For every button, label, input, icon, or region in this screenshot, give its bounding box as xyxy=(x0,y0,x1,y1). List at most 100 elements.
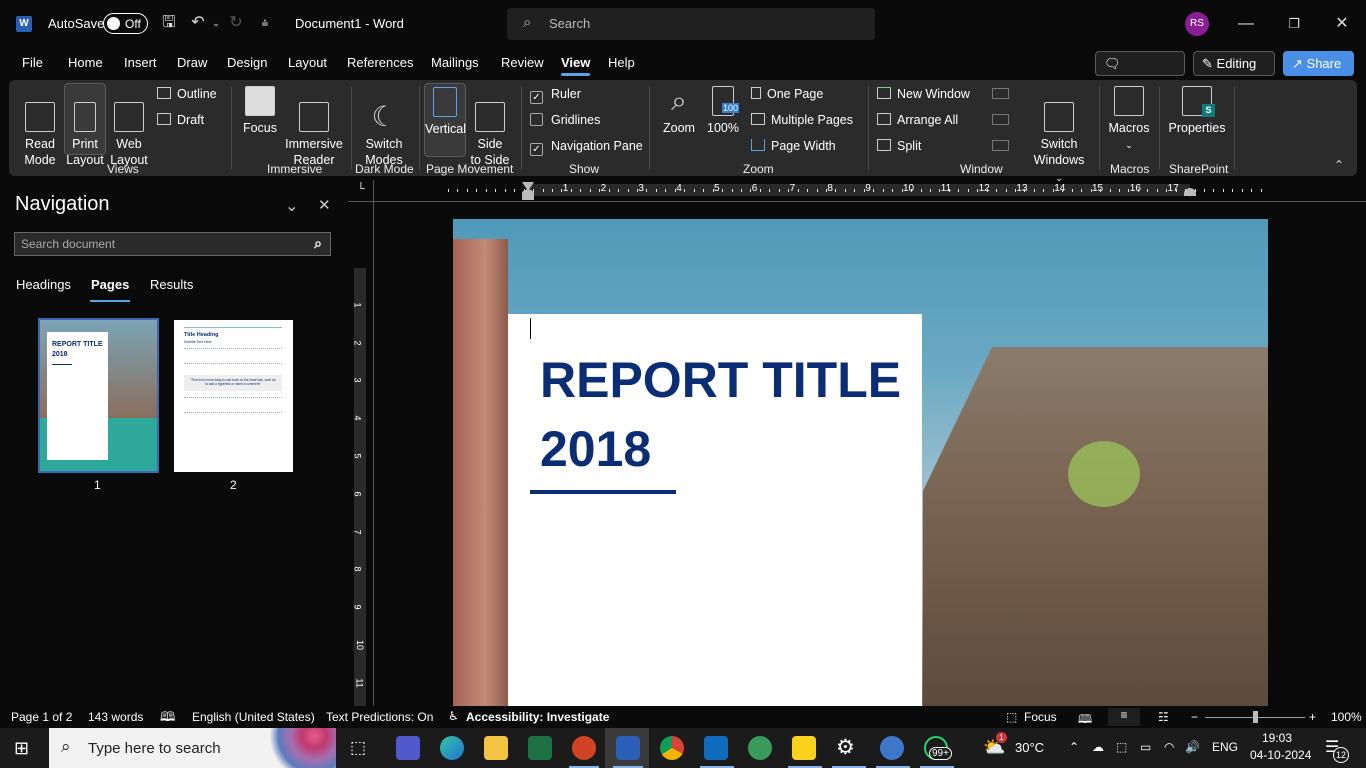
macros-button[interactable]: Macros ⌄ xyxy=(1106,86,1152,153)
edge-icon[interactable] xyxy=(440,736,464,760)
close-pane-icon[interactable]: ✕ xyxy=(318,196,331,214)
share-button[interactable]: ↗ Share ⌄ xyxy=(1283,51,1354,93)
redo-icon[interactable]: ↻ xyxy=(226,13,246,33)
draft-button[interactable]: Draft xyxy=(157,113,204,127)
zoom-in-icon[interactable]: + xyxy=(1309,710,1316,724)
tab-headings[interactable]: Headings xyxy=(16,277,71,292)
close-icon[interactable]: ✕ xyxy=(1330,12,1354,36)
wifi-icon[interactable]: ◠ xyxy=(1164,740,1174,754)
side-to-side-button[interactable]: Side to Side xyxy=(469,86,511,168)
battery-icon[interactable]: ▭ xyxy=(1140,740,1151,754)
zoom-level[interactable]: 100% xyxy=(1331,710,1362,724)
vertical-button[interactable]: Vertical xyxy=(424,83,466,157)
customize-toolbar-icon[interactable]: ⩮ xyxy=(255,13,275,33)
onedrive-error-icon[interactable]: ☁ xyxy=(1092,740,1104,754)
search-icon[interactable]: ⌕ xyxy=(314,235,322,252)
editing-button[interactable]: ✎ Editing ⌄ xyxy=(1193,51,1275,93)
windows-start-icon[interactable]: ⊞ xyxy=(14,738,29,759)
clock-time[interactable]: 19:03 xyxy=(1262,731,1292,745)
zoom-slider-thumb[interactable] xyxy=(1253,711,1258,723)
language[interactable]: English (United States) xyxy=(192,710,315,724)
maps-icon[interactable] xyxy=(748,736,772,760)
synchronous-scrolling-icon[interactable] xyxy=(992,114,1009,125)
split-button[interactable]: Split xyxy=(877,139,921,153)
reset-window-position-icon[interactable] xyxy=(992,140,1009,151)
pane-options-icon[interactable]: ⌄ xyxy=(285,196,298,216)
zoom-out-icon[interactable]: − xyxy=(1191,710,1198,724)
word-taskbar-icon[interactable] xyxy=(616,736,640,760)
tab-pages[interactable]: Pages xyxy=(89,277,131,302)
task-view-icon[interactable]: ⬚ xyxy=(350,738,366,758)
vertical-ruler[interactable]: 1 2 3 4 5 6 7 8 9 10 11 xyxy=(348,202,374,706)
clock-date[interactable]: 04-10-2024 xyxy=(1250,748,1311,762)
ruler-checkbox[interactable]: ✓ Ruler xyxy=(530,87,581,104)
tab-view[interactable]: View xyxy=(561,55,591,76)
accessibility-status[interactable]: Accessibility: Investigate xyxy=(466,710,609,724)
save-icon[interactable]: 🖫 xyxy=(159,13,179,33)
comments-button[interactable]: 🗨 Comments xyxy=(1095,51,1185,94)
taskbar-search[interactable]: ⌕ Type here to search xyxy=(49,728,336,768)
zoom-100-button[interactable]: 100 100% xyxy=(705,86,741,136)
tab-layout[interactable]: Layout xyxy=(288,55,327,70)
weather-temperature[interactable]: 30°C xyxy=(1015,740,1044,755)
title-text-box[interactable]: REPORT TITLE 2018 xyxy=(508,314,922,706)
print-layout-view-icon[interactable]: ≡ xyxy=(1108,708,1140,726)
page-thumbnail-2[interactable]: Title Heading Subtitle Text Here "Find e… xyxy=(174,320,293,472)
zoom-button[interactable]: ⌕ Zoom xyxy=(659,86,699,136)
browser-icon[interactable] xyxy=(880,736,904,760)
focus-mode-button[interactable]: Focus xyxy=(1024,710,1057,724)
search-document-input[interactable]: Search document ⌕ xyxy=(14,232,331,256)
avatar[interactable]: RS xyxy=(1185,12,1209,36)
file-explorer-icon[interactable] xyxy=(484,736,508,760)
gridlines-checkbox[interactable]: Gridlines xyxy=(530,113,600,127)
tab-file[interactable]: File xyxy=(22,55,43,70)
teams-icon[interactable] xyxy=(396,736,420,760)
outline-button[interactable]: Outline xyxy=(157,87,217,101)
print-layout-button[interactable]: Print Layout xyxy=(64,83,106,167)
tab-home[interactable]: Home xyxy=(68,55,103,70)
immersive-reader-button[interactable]: Immersive Reader xyxy=(284,86,344,168)
powerpoint-icon[interactable] xyxy=(572,736,596,760)
horizontal-ruler[interactable]: └ 1 2 3 4 5 6 7 8 9 10 11 12 13 14 15 16 17 xyxy=(348,180,1366,202)
web-layout-button[interactable]: Web Layout xyxy=(108,86,150,168)
word-count[interactable]: 143 words xyxy=(88,710,143,724)
page-width-button[interactable]: Page Width xyxy=(751,139,836,153)
collapse-ribbon-icon[interactable]: ⌃ xyxy=(1334,158,1344,172)
arrange-all-button[interactable]: Arrange All xyxy=(877,113,958,127)
tab-design[interactable]: Design xyxy=(227,55,267,70)
autosave-toggle[interactable]: Off xyxy=(103,13,148,34)
tab-results[interactable]: Results xyxy=(150,277,193,292)
sticky-notes-icon[interactable] xyxy=(792,736,816,760)
settings-icon[interactable]: ⚙ xyxy=(836,735,855,760)
read-mode-button[interactable]: Read Mode xyxy=(17,86,63,168)
document-page[interactable]: REPORT TITLE 2018 xyxy=(453,219,1268,706)
switch-windows-button[interactable]: Switch Windows ⌄ xyxy=(1031,86,1087,186)
volume-icon[interactable]: 🔊 xyxy=(1185,740,1200,754)
restore-icon[interactable]: ❐ xyxy=(1282,12,1306,36)
tab-review[interactable]: Review xyxy=(501,55,544,70)
text-predictions[interactable]: Text Predictions: On xyxy=(326,710,433,724)
excel-icon[interactable] xyxy=(528,736,552,760)
tab-mailings[interactable]: Mailings xyxy=(431,55,479,70)
one-page-button[interactable]: One Page xyxy=(751,87,823,101)
new-window-button[interactable]: New Window xyxy=(877,87,970,101)
properties-button[interactable]: S Properties xyxy=(1166,86,1228,136)
search-box[interactable]: ⌕ Search xyxy=(507,8,875,40)
show-hidden-icons-icon[interactable]: ⌃ xyxy=(1069,740,1079,754)
tab-insert[interactable]: Insert xyxy=(124,55,157,70)
tab-help[interactable]: Help xyxy=(608,55,635,70)
focus-button[interactable]: Focus xyxy=(241,86,279,136)
page-thumbnail-1[interactable]: REPORT TITLE 2018 xyxy=(38,318,159,473)
tab-references[interactable]: References xyxy=(347,55,413,70)
chrome-icon[interactable] xyxy=(660,736,684,760)
outlook-icon[interactable] xyxy=(704,736,728,760)
tab-draw[interactable]: Draw xyxy=(177,55,207,70)
input-language[interactable]: ENG xyxy=(1212,740,1238,754)
multiple-pages-button[interactable]: Multiple Pages xyxy=(751,113,853,127)
undo-icon[interactable]: ↶ xyxy=(188,13,208,33)
web-layout-view-icon[interactable]: ☷ xyxy=(1158,710,1169,724)
navigation-pane-checkbox[interactable]: ✓ Navigation Pane xyxy=(530,139,643,156)
proofing-icon[interactable]: 🕮 xyxy=(160,708,175,730)
switch-modes-button[interactable]: ☾ Switch Modes xyxy=(359,86,409,168)
view-side-by-side-icon[interactable] xyxy=(992,88,1009,99)
